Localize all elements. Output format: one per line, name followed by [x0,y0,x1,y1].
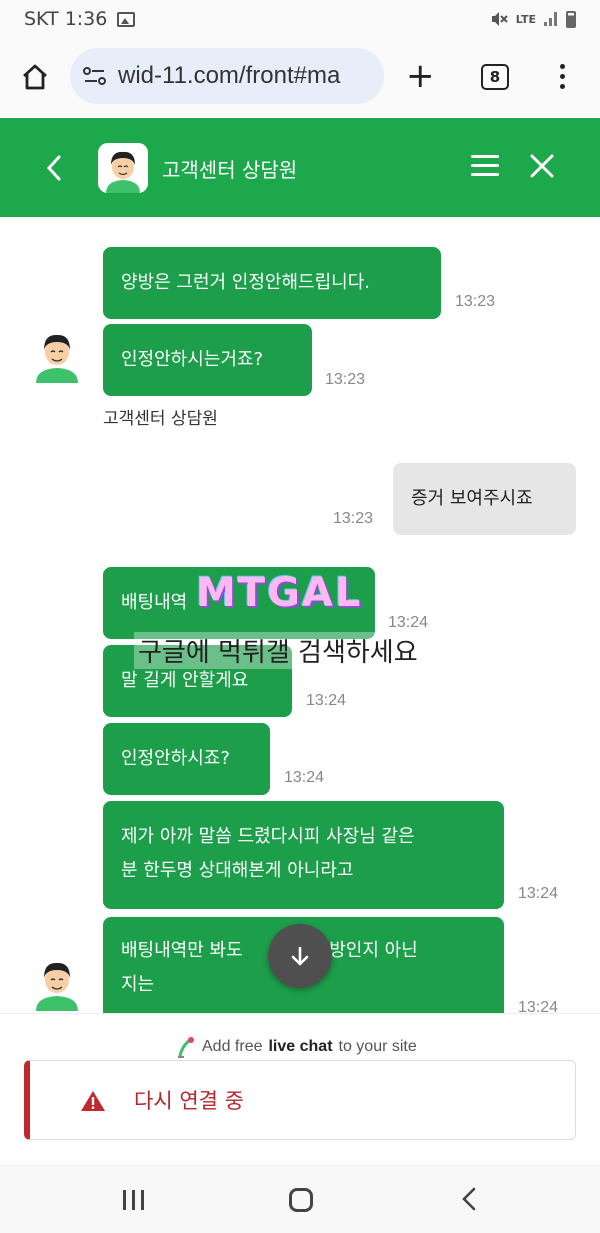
back-button[interactable] [44,154,64,186]
message-time: 13:23 [455,293,496,310]
tab-switcher-button[interactable]: 8 [481,64,509,90]
address-bar[interactable]: wid-11.com/front#ma [70,48,384,104]
mute-icon [491,12,508,26]
close-button[interactable] [528,152,556,184]
menu-button[interactable] [471,155,499,176]
site-settings-icon [83,67,106,85]
system-navigation-bar [0,1165,600,1233]
message-time: 13:24 [306,692,347,709]
url-text: wid-11.com/front#ma [118,62,341,89]
reconnecting-text: 다시 연결 중 [134,1089,244,1113]
chat-title: 고객센터 상담원 [162,158,298,182]
signal-icon [544,12,558,26]
watermark-logo: MTGAL [196,570,363,616]
message-time: 13:24 [518,885,559,902]
agent-avatar [98,143,148,193]
new-tab-button[interactable]: + [406,56,435,96]
reconnecting-banner: 다시 연결 중 [24,1060,576,1140]
back-nav-button[interactable] [460,1186,478,1216]
image-notification-icon [117,11,136,27]
agent-avatar [32,327,82,383]
chevron-left-icon [46,155,61,181]
agent-message: 양방은 그런거 인정안해드립니다. [103,247,441,319]
message-time: 13:24 [388,614,429,631]
status-bar: SKT 1:36 LTE [0,0,600,38]
home-nav-button[interactable] [289,1188,313,1212]
message-time: 13:24 [284,769,325,786]
chat-header: 고객센터 상담원 [0,118,600,217]
agent-avatar [32,955,82,1011]
browser-menu-button[interactable] [560,64,565,89]
carrier-time: SKT 1:36 [24,8,108,30]
chat-footer: Add free live chat to your site 다시 연결 중 [0,1013,600,1163]
browser-toolbar: wid-11.com/front#ma + 8 [0,38,600,116]
scroll-to-bottom-button[interactable] [268,924,332,988]
chevron-left-icon [462,1187,476,1211]
user-message: 증거 보여주시죠 [393,463,576,535]
battery-icon [566,10,576,28]
close-icon [530,154,554,178]
agent-message: 인정안하시는거죠? [103,324,312,396]
home-icon [23,64,47,90]
powered-by-link[interactable]: Add free live chat to your site [176,1036,417,1058]
watermark-text: 구글에 먹튀갤 검색하세요 [134,632,422,669]
livechat-logo-icon [178,1037,194,1058]
recent-apps-button[interactable] [123,1190,144,1210]
agent-name: 고객센터 상담원 [103,409,218,429]
agent-message: 제가 아까 말씀 드렸다시피 사장님 같은 분 한두명 상대해본게 아니라고 [103,801,504,909]
message-time: 13:23 [333,510,374,527]
arrow-down-icon [291,946,309,966]
agent-message: 인정안하시죠? [103,723,270,795]
message-time: 13:24 [518,999,559,1013]
message-time: 13:23 [325,371,366,388]
network-type: LTE [515,12,536,26]
warning-icon [81,1091,105,1111]
home-button[interactable] [18,60,52,94]
